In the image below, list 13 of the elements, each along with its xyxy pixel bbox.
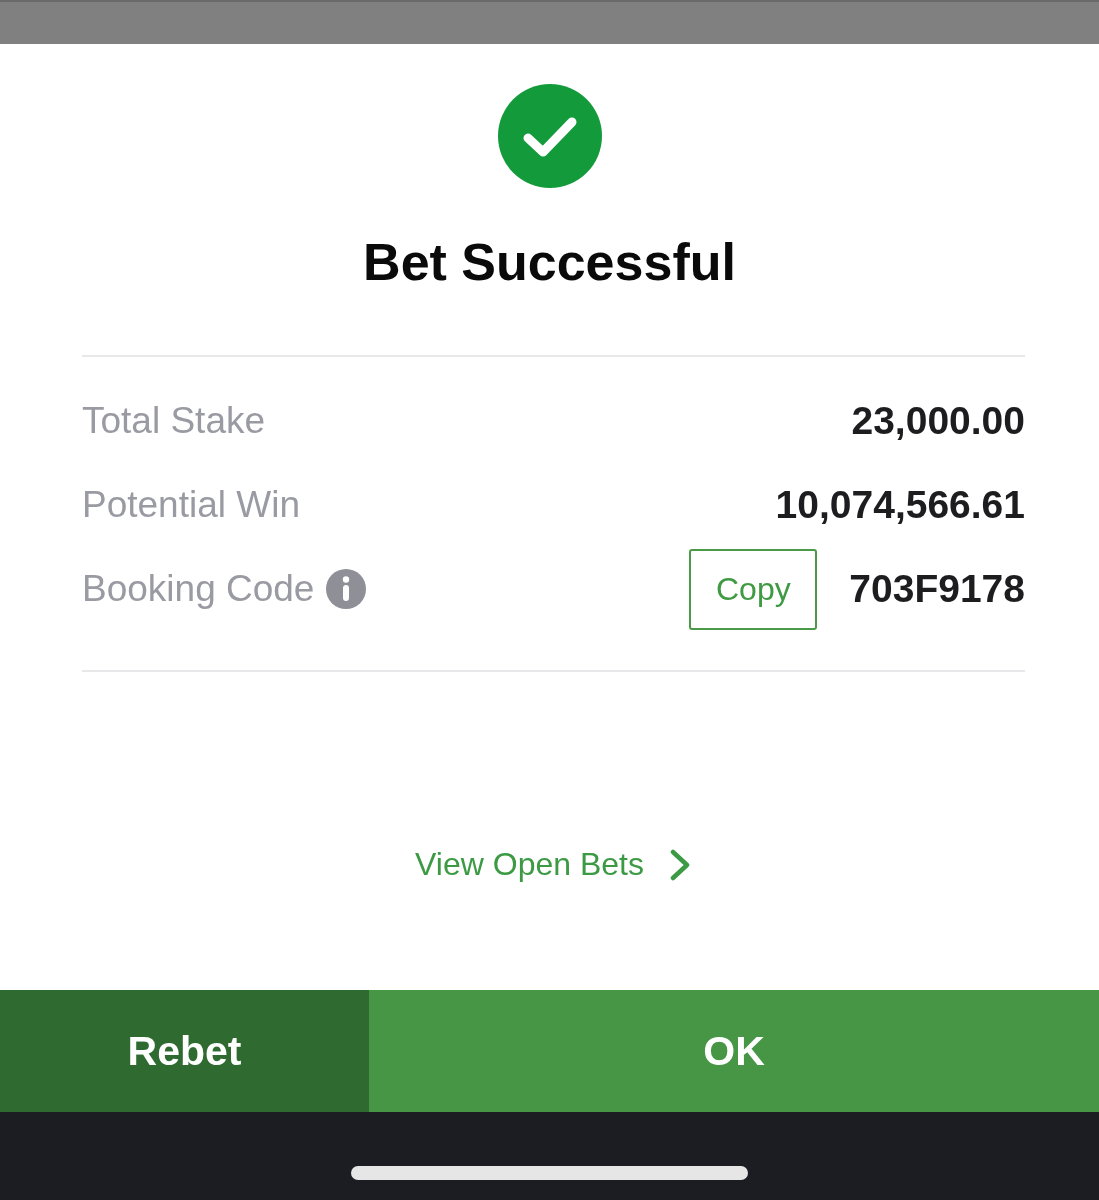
row-label: Total Stake: [82, 400, 266, 442]
row-label: Booking Code: [82, 568, 315, 610]
amount-value: 23,000.00: [851, 399, 1025, 443]
result-title: Bet Successful: [363, 232, 736, 293]
row-label: Potential Win: [82, 484, 300, 526]
amount-value: 10,074,566.61: [775, 483, 1025, 527]
ok-button[interactable]: OK: [369, 990, 1099, 1112]
chevron-right-icon: [669, 848, 690, 881]
view-open-bets-link[interactable]: View Open Bets: [415, 846, 690, 883]
booking-code-value: 703F9178: [849, 567, 1025, 611]
rebet-button[interactable]: Rebet: [0, 990, 369, 1112]
check-circle-icon: [497, 84, 602, 188]
copy-button[interactable]: Copy: [689, 548, 818, 630]
